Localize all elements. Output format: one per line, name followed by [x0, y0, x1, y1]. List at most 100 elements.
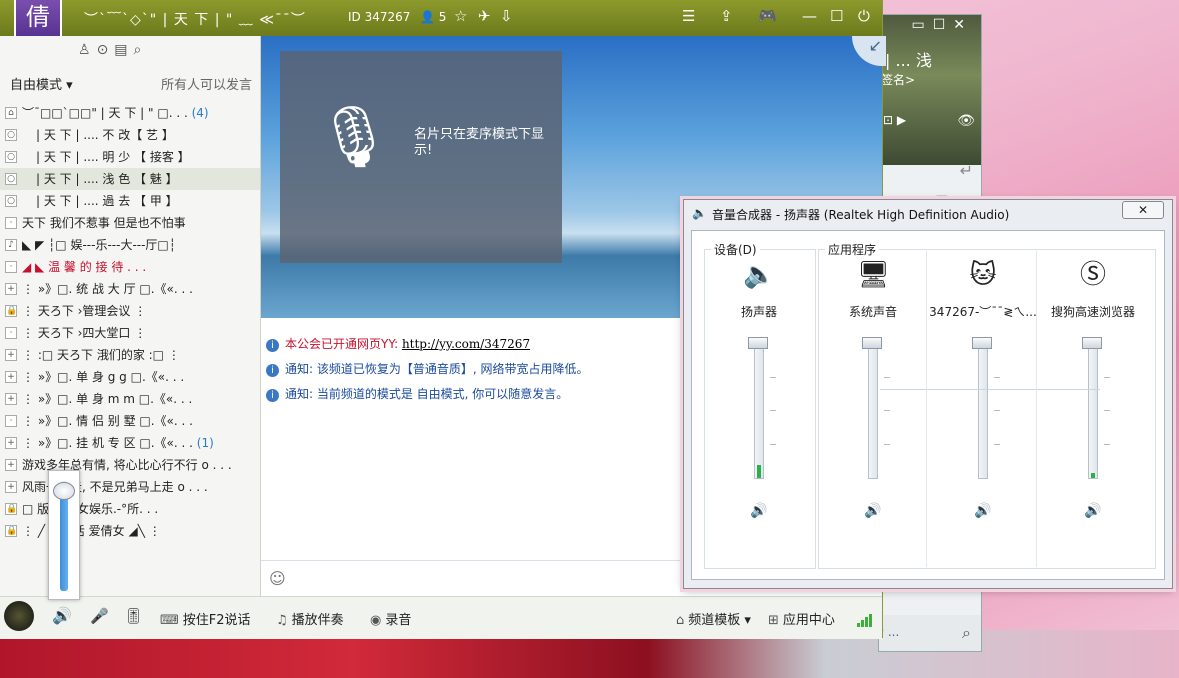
lock-icon[interactable]: 🔒	[5, 525, 17, 537]
lock-icon[interactable]: 🔒	[5, 503, 17, 515]
record-button[interactable]: ◉ 录音	[370, 609, 411, 628]
mute-speaker-icon[interactable]: 🔊	[1084, 503, 1101, 519]
background-window-sign: 签名>	[881, 73, 916, 87]
mixer-channel: Ⓢ 搜狗高速浏览器 🔊	[1038, 231, 1148, 549]
tree-row[interactable]: ○ | 天 下 | .... 不 改【 艺 】	[0, 124, 260, 146]
app-center-button[interactable]: ⊞ 应用中心	[768, 609, 835, 628]
channel-id: ID 347267	[348, 10, 411, 24]
record-label: 录音	[385, 613, 412, 628]
user-dot-icon[interactable]: ○	[5, 173, 17, 185]
web-yy-link[interactable]: http://yy.com/347267	[402, 337, 530, 351]
tree-row[interactable]: + 风雨一起走, 不是兄弟马上走 o . . .	[0, 476, 260, 498]
mute-speaker-icon[interactable]: 🔊	[864, 503, 881, 519]
user-dot-icon[interactable]: ○	[5, 129, 17, 141]
system-message: i 通知: 该频道已恢复为【普通音质】, 网络带宽占用降低。	[266, 357, 678, 382]
chat-input-area[interactable]: ☺	[261, 560, 682, 597]
volume-slider-knob[interactable]	[748, 337, 768, 349]
dot-icon[interactable]: ·	[5, 327, 17, 339]
user-dot-icon[interactable]: ○	[5, 195, 17, 207]
dot-icon[interactable]: ·	[5, 217, 17, 229]
download-icon[interactable]: ⇩	[500, 7, 513, 25]
equalizer-icon[interactable]: 🎚	[124, 607, 143, 625]
expand-plus-icon[interactable]: +	[5, 371, 17, 383]
tree-row[interactable]: + 游戏多年总有情, 将心比心行不行 o . . .	[0, 454, 260, 476]
lock-icon[interactable]: 🔒	[5, 305, 17, 317]
app-grid-icon: ⊞	[768, 613, 779, 628]
tree-row[interactable]: ♪ ◣ ◤ ┆□ 娱---乐---大---厅□┆	[0, 234, 260, 256]
location-icon[interactable]: ⊙	[97, 42, 115, 58]
mode-selector[interactable]: 自由模式 ▾	[10, 74, 73, 93]
tree-row[interactable]: · ⋮ 天ろ下 ›四大堂口 ⋮	[0, 322, 260, 344]
expand-plus-icon[interactable]: +	[5, 437, 17, 449]
music-icon[interactable]: ♪	[5, 239, 17, 251]
tree-row-label: ⋮ »》□. 单 身 m m □.《«. . .	[22, 392, 193, 406]
tree-row[interactable]: + ⋮ »》□. 挂 机 专 区 □.《«. . . (1)	[0, 432, 260, 454]
tree-row-label: 天下 我们不惹事 但是也不怕事	[22, 216, 186, 230]
speaker-volume-icon[interactable]: 🔊	[52, 606, 72, 625]
window-controls-icon[interactable]: ▭☐✕	[911, 17, 973, 33]
share-icon[interactable]: ⇪	[720, 7, 733, 25]
mute-speaker-icon[interactable]: 🔊	[974, 503, 991, 519]
speaker-icon: 🔈	[692, 206, 707, 220]
dot-icon[interactable]: ·	[5, 261, 17, 273]
play-music-label: 播放伴奏	[291, 613, 344, 628]
minimize-icon[interactable]: —	[802, 7, 817, 25]
game-controller-icon[interactable]: 🎮	[758, 7, 777, 25]
expand-plus-icon[interactable]: +	[5, 459, 17, 471]
volume-slider-knob[interactable]	[1082, 337, 1102, 349]
home-icon[interactable]: ⌂	[5, 107, 17, 119]
dot-icon[interactable]: ·	[5, 415, 17, 427]
media-icons[interactable]: ⊡ ▶	[883, 113, 906, 127]
play-music-button[interactable]: ♫ 播放伴奏	[276, 609, 344, 628]
share-plane-icon[interactable]: ✈	[478, 7, 491, 25]
music-note-icon: ♫	[276, 613, 288, 628]
tree-row[interactable]: + ⋮ »》□. 单 身 m m □.《«. . .	[0, 388, 260, 410]
volume-track[interactable]	[868, 343, 878, 479]
maximize-icon[interactable]: ☐	[830, 7, 843, 25]
expand-plus-icon[interactable]: +	[5, 349, 17, 361]
tree-row[interactable]: · ◢ ◣ 温 馨 的 接 待 . . .	[0, 256, 260, 278]
tree-row[interactable]: 🔒 □ 版权 倩女娱乐.-°所. . .	[0, 498, 260, 520]
channel-template-button[interactable]: ⌂ 频道模板 ▾	[676, 609, 751, 628]
tree-row[interactable]: ○ | 天 下 | .... 過 去 【 甲 】	[0, 190, 260, 212]
volume-slider-knob[interactable]	[53, 481, 75, 500]
expand-plus-icon[interactable]: +	[5, 283, 17, 295]
volume-track[interactable]	[978, 343, 988, 479]
tree-row[interactable]: 🔒 ⋮ ╱ 爱生活 爱倩女 ◢╲ ⋮	[0, 520, 260, 542]
expand-plus-icon[interactable]: +	[5, 393, 17, 405]
tree-row[interactable]: + ⋮ :□ 天ろ下 涐们的家 :□ ⋮	[0, 344, 260, 366]
volume-track[interactable]	[1088, 343, 1098, 479]
return-icon[interactable]: ↵	[960, 161, 973, 180]
favorite-star-icon[interactable]: ☆	[454, 7, 467, 25]
tree-row[interactable]: ○ | 天 下 | .... 明 少 【 接客 】	[0, 146, 260, 168]
members-icon[interactable]: ♙	[78, 42, 97, 58]
expand-plus-icon[interactable]: +	[5, 481, 17, 493]
notes-icon[interactable]: ☰	[682, 7, 695, 25]
tree-row[interactable]: ⌂ ︶ˉ□□ˋ□□" | 天 下 | " □. . . (4)	[0, 102, 260, 124]
volume-track[interactable]	[754, 343, 764, 479]
volume-slider-popup[interactable]	[48, 470, 80, 600]
tree-row[interactable]: + ⋮ »》□. 统 战 大 厅 □.《«. . .	[0, 278, 260, 300]
tree-row-label: ⋮ 天ろ下 ›管理会议 ⋮	[22, 304, 147, 318]
tree-row[interactable]: · ⋮ »》□. 情 侣 别 墅 □.《«. . .	[0, 410, 260, 432]
volume-slider-knob[interactable]	[972, 337, 992, 349]
list-icon[interactable]: ▤	[114, 42, 133, 58]
tree-row[interactable]: ○ | 天 下 | .... 浅 色 【 魅 】	[0, 168, 260, 190]
close-button[interactable]: ✕	[1122, 201, 1164, 219]
avatar[interactable]	[4, 601, 34, 631]
emoji-icon[interactable]: ☺	[269, 569, 286, 588]
tree-row[interactable]: 🔒 ⋮ 天ろ下 ›管理会议 ⋮	[0, 300, 260, 322]
tree-row[interactable]: + ⋮ »》□. 单 身 g g □.《«. . .	[0, 366, 260, 388]
search-icon[interactable]: ⌕	[134, 42, 148, 58]
tree-row[interactable]: · 天下 我们不惹事 但是也不怕事	[0, 212, 260, 234]
slider-tick	[770, 376, 776, 378]
volume-slider-knob[interactable]	[862, 337, 882, 349]
user-dot-icon[interactable]: ○	[5, 151, 17, 163]
push-to-talk-button[interactable]: ⌨ 按住F2说话	[160, 609, 251, 628]
eye-icon[interactable]: 👁	[957, 113, 975, 129]
power-icon[interactable]: ⏻	[858, 7, 870, 25]
mute-speaker-icon[interactable]: 🔊	[750, 503, 767, 519]
search-icon[interactable]: ⌕	[962, 623, 971, 643]
microphone-button-icon[interactable]: 🎤	[90, 607, 109, 625]
tree-row-label: ⋮ 天ろ下 ›四大堂口 ⋮	[22, 326, 147, 340]
